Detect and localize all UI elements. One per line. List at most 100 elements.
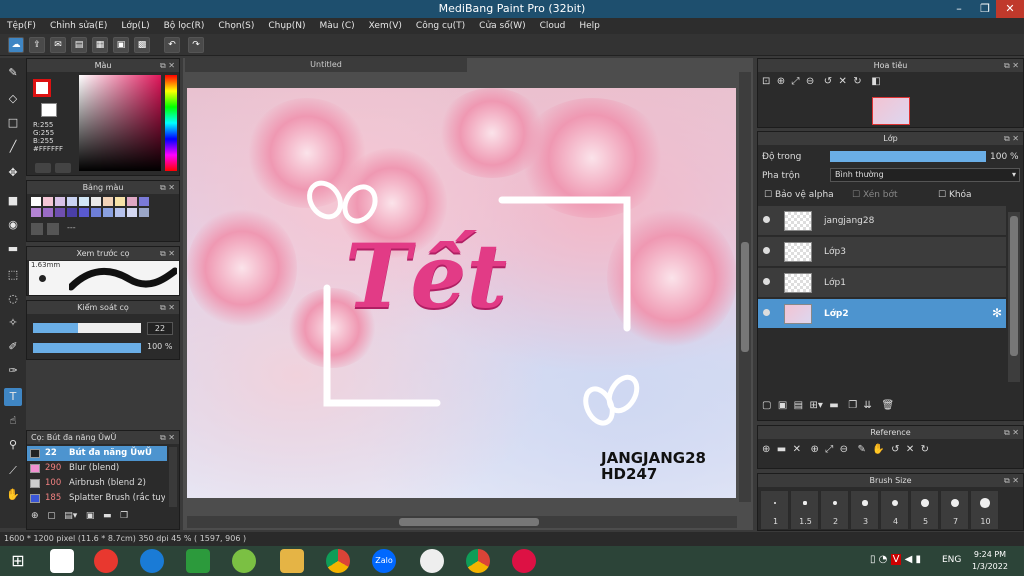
panel-menu-icon[interactable]: ⧉ ✕: [160, 59, 175, 72]
panel-menu-icon[interactable]: ⧉ ✕: [160, 301, 175, 314]
select-eraser-tool-icon[interactable]: ✑: [4, 362, 22, 380]
add-layer-menu-icon[interactable]: ⊞▾: [809, 400, 822, 411]
ref-fit-icon[interactable]: ⤢: [825, 444, 833, 455]
palette-swatch[interactable]: [103, 208, 113, 217]
panel-menu-icon[interactable]: ⧉ ✕: [160, 431, 175, 444]
secondary-color-swatch[interactable]: [41, 103, 57, 117]
brush-menu-icon[interactable]: ▤▾: [64, 511, 77, 521]
ref-open-icon[interactable]: ▬: [777, 444, 786, 455]
text-tool-icon[interactable]: T: [4, 388, 22, 406]
rotate-left-icon[interactable]: ↺: [824, 76, 832, 87]
clipping-checkbox[interactable]: ☐ Xén bớt: [852, 190, 898, 200]
eyedropper-tool-icon[interactable]: ⚲: [4, 436, 22, 454]
brush-size-value[interactable]: 22: [147, 322, 173, 335]
magic-wand-tool-icon[interactable]: ✧: [4, 314, 22, 332]
ref-reset-icon[interactable]: ✕: [906, 444, 914, 455]
palette-swatch[interactable]: [31, 208, 41, 217]
layer-scrollbar[interactable]: [1008, 212, 1020, 382]
vertical-scrollbar[interactable]: [739, 72, 751, 502]
brush-size-cell[interactable]: 1.5: [790, 490, 819, 530]
brush-size-cell[interactable]: 5: [910, 490, 939, 530]
rect-tool-icon[interactable]: □: [4, 114, 22, 132]
ref-eyedropper-icon[interactable]: ✎: [858, 444, 866, 455]
panel-menu-icon[interactable]: ⧉ ✕: [1004, 426, 1019, 439]
fit-window-icon[interactable]: ⤢: [792, 76, 800, 87]
add-swatch-icon[interactable]: [31, 223, 43, 235]
undo-icon[interactable]: ↶: [164, 37, 180, 53]
fill-rect-tool-icon[interactable]: ■: [4, 192, 22, 210]
palette-swatch[interactable]: [55, 197, 65, 206]
hand-tool-icon[interactable]: ✋: [4, 486, 22, 504]
menu-select[interactable]: Chọn(S): [211, 18, 261, 34]
gradient-tool-icon[interactable]: ▬: [4, 240, 22, 258]
protect-alpha-checkbox[interactable]: ☐ Bảo vệ alpha: [764, 190, 834, 200]
brush-size-cell[interactable]: 4: [880, 490, 909, 530]
opera-icon[interactable]: [94, 549, 118, 573]
chrome-icon[interactable]: [326, 549, 350, 573]
close-icon[interactable]: ✕: [996, 0, 1024, 18]
menu-cloud[interactable]: Cloud: [533, 18, 573, 34]
brush-size-cell[interactable]: 1: [760, 490, 789, 530]
palette-swatch[interactable]: [127, 208, 137, 217]
menu-filter[interactable]: Bộ lọc(R): [157, 18, 212, 34]
panel-menu-icon[interactable]: ⧉ ✕: [1004, 132, 1019, 145]
menu-capture[interactable]: Chụp(N): [261, 18, 312, 34]
layer-row[interactable]: jangjang28: [758, 206, 1006, 236]
medibang-icon[interactable]: [420, 549, 444, 573]
palette-swatch[interactable]: [67, 197, 77, 206]
zoom-out-icon[interactable]: ⊖: [806, 76, 814, 87]
panel-menu-icon[interactable]: ⧉ ✕: [160, 247, 175, 260]
layer-opacity-slider[interactable]: [830, 151, 986, 162]
brush-duplicate-icon[interactable]: ❐: [120, 511, 128, 521]
page-icon[interactable]: ▤: [71, 37, 87, 53]
brush-list-item[interactable]: 290 Blur (blend): [27, 461, 167, 476]
clock[interactable]: 9:24 PM 1/3/2022: [972, 549, 1008, 573]
layer-visibility-icon[interactable]: [763, 247, 770, 254]
select-rect-tool-icon[interactable]: ⬚: [4, 266, 22, 284]
ie-icon[interactable]: [140, 549, 164, 573]
palette-swatch[interactable]: [139, 208, 149, 217]
ref-zoom-out-icon[interactable]: ⊖: [840, 444, 848, 455]
horizontal-scroll-thumb[interactable]: [399, 518, 539, 526]
store-icon[interactable]: [186, 549, 210, 573]
layer-visibility-icon[interactable]: [763, 216, 770, 223]
panel-icon[interactable]: ▣: [113, 37, 129, 53]
bucket-tool-icon[interactable]: ◉: [4, 216, 22, 234]
layer-settings-gear-icon[interactable]: ✻: [992, 306, 1002, 320]
zalo-icon[interactable]: Zalo: [372, 549, 396, 573]
app-icon[interactable]: [232, 549, 256, 573]
layer-row[interactable]: Lớp2 ✻: [758, 299, 1006, 329]
maximize-icon[interactable]: ❐: [972, 0, 998, 18]
duplicate-layer-icon[interactable]: ❐: [848, 400, 857, 411]
new-layer-icon[interactable]: ▢: [762, 400, 771, 411]
panel-menu-icon[interactable]: ⧉ ✕: [1004, 59, 1019, 72]
new-brush-icon[interactable]: ▢: [47, 511, 56, 521]
brush-tool-icon[interactable]: ✎: [4, 64, 22, 82]
merge-layer-icon[interactable]: ⇊: [864, 400, 872, 411]
folder-icon[interactable]: [280, 549, 304, 573]
palette-swatch[interactable]: [43, 197, 53, 206]
zoom-in-icon[interactable]: ⊕: [777, 76, 785, 87]
layer-row[interactable]: Lớp1: [758, 268, 1006, 298]
menu-view[interactable]: Xem(V): [362, 18, 409, 34]
palette-swatch[interactable]: [127, 197, 137, 206]
brush-list-item[interactable]: 100 Airbrush (blend 2): [27, 476, 167, 491]
share-icon[interactable]: ⇪: [29, 37, 45, 53]
document-icon[interactable]: ▦: [92, 37, 108, 53]
zoom-fit-icon[interactable]: ⊡: [762, 76, 770, 87]
brush-size-cell[interactable]: 3: [850, 490, 879, 530]
hue-slider[interactable]: [165, 75, 177, 171]
ref-hand-icon[interactable]: ✋: [872, 444, 884, 455]
grid-icon[interactable]: ▩: [134, 37, 150, 53]
layer-visibility-icon[interactable]: [763, 309, 770, 316]
menu-help[interactable]: Help: [572, 18, 607, 34]
panel-menu-icon[interactable]: ⧉ ✕: [1004, 474, 1019, 487]
artwork-canvas[interactable]: Tết JANGJANG28 HD247: [187, 88, 736, 498]
ref-zoom-in-icon[interactable]: ⊕: [811, 444, 819, 455]
redo-icon[interactable]: ↷: [188, 37, 204, 53]
add-brush-icon[interactable]: ⊕: [31, 511, 39, 521]
ref-rotate-left-icon[interactable]: ↺: [891, 444, 899, 455]
reset-rotate-icon[interactable]: ✕: [839, 76, 847, 87]
saturation-value-picker[interactable]: [79, 75, 161, 171]
lock-checkbox[interactable]: ☐ Khóa: [938, 190, 972, 200]
